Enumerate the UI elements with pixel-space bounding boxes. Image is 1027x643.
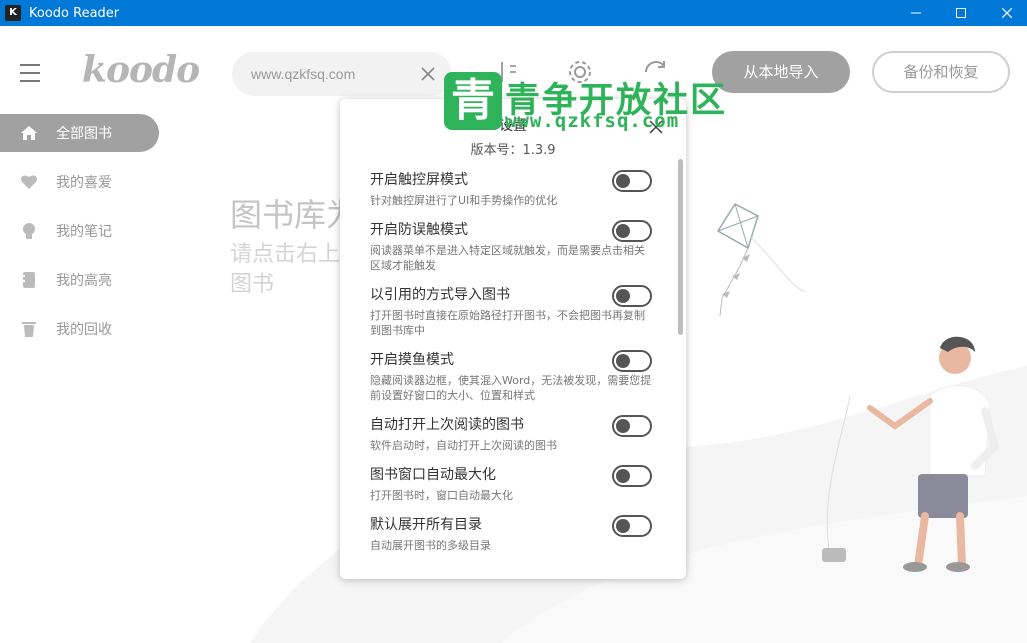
setting-description: 阅读器菜单不是进入特定区域就触发，而是需要点击相关区域才能触发 [370,244,645,272]
setting-description: 隐藏阅读器边框，使其混入Word，无法被发现，需要您提前设置好窗口的大小、位置和… [370,374,652,402]
toggle-knob [616,289,630,303]
toggle-knob [616,519,630,533]
lightbulb-icon [20,222,38,240]
toggle-touch-mode[interactable] [612,170,652,192]
trash-icon [20,320,38,338]
minimize-icon [911,12,921,14]
close-window-button[interactable] [984,0,1027,26]
empty-library-hint-line2: 图书 [230,272,275,297]
empty-library-title: 图书库为空 [230,196,342,234]
clear-search-icon[interactable] [420,66,436,82]
toggle-knob [616,174,630,188]
toggle-knob [616,354,630,368]
hamburger-icon [20,64,40,66]
toggle-knob [616,419,630,433]
app-logo: koodo [82,49,200,91]
toggle-knob [616,469,630,483]
toggle-expand-toc[interactable] [612,515,652,537]
window-titlebar: K Koodo Reader [0,0,1027,26]
toggle-import-by-reference[interactable] [612,285,652,307]
version-label: 版本号：1.3.9 [470,143,556,158]
sidebar-item-label: 我的喜爱 [56,175,112,191]
search-field[interactable]: www.qzkfsq.com [232,52,452,96]
setting-description: 打开图书时直接在原始路径打开图书，不会把图书再复制到图书库中 [370,309,645,337]
sidebar-item-all-books[interactable]: 全部图书 [0,114,159,152]
empty-library-hint: 请点击右上角按钮添加 [230,242,342,267]
watermark-badge: 青 [444,72,502,130]
app-icon: K [5,5,21,21]
search-input[interactable]: www.qzkfsq.com [251,66,355,82]
toggle-stealth-mode[interactable] [612,350,652,372]
kite-illustration [716,203,806,317]
setting-description: 打开图书时，窗口自动最大化 [370,489,513,502]
notebook-icon [20,271,38,289]
setting-description: 针对触控屏进行了UI和手势操作的优化 [370,194,558,207]
sidebar-item-favorites[interactable]: 我的喜爱 [0,163,159,201]
maximize-icon [956,8,966,18]
settings-dialog: 设置 版本号：1.3.9 开启触控屏模式 针对触控屏进行了UI和手势操作的优化 … [340,99,686,579]
watermark-url: www.qzkfsq.com [505,110,680,132]
minimize-button[interactable] [893,0,939,26]
sidebar-item-highlights[interactable]: 我的高亮 [0,261,159,299]
sidebar-item-label: 我的回收 [56,322,112,338]
sidebar-item-trash[interactable]: 我的回收 [0,310,159,348]
sidebar-item-label: 全部图书 [56,126,112,142]
heart-icon [20,173,38,191]
toggle-anti-mistouch[interactable] [612,220,652,242]
home-icon [20,124,38,142]
setting-description: 软件启动时，自动打开上次阅读的图书 [370,439,557,452]
toggle-knob [616,224,630,238]
sidebar-item-label: 我的高亮 [56,273,112,289]
close-icon [1002,8,1012,18]
backup-restore-button[interactable]: 备份和恢复 [872,51,1010,93]
toggle-open-last-book[interactable] [612,415,652,437]
maximize-button[interactable] [938,0,984,26]
toggle-auto-maximize[interactable] [612,465,652,487]
dialog-scrollbar[interactable] [678,159,683,335]
setting-description: 自动展开图书的多级目录 [370,539,491,552]
window-title: Koodo Reader [29,5,120,21]
import-local-button[interactable]: 从本地导入 [712,51,850,93]
menu-toggle-button[interactable] [20,64,42,84]
sidebar-item-label: 我的笔记 [56,224,112,240]
sidebar-item-notes[interactable]: 我的笔记 [0,212,159,250]
